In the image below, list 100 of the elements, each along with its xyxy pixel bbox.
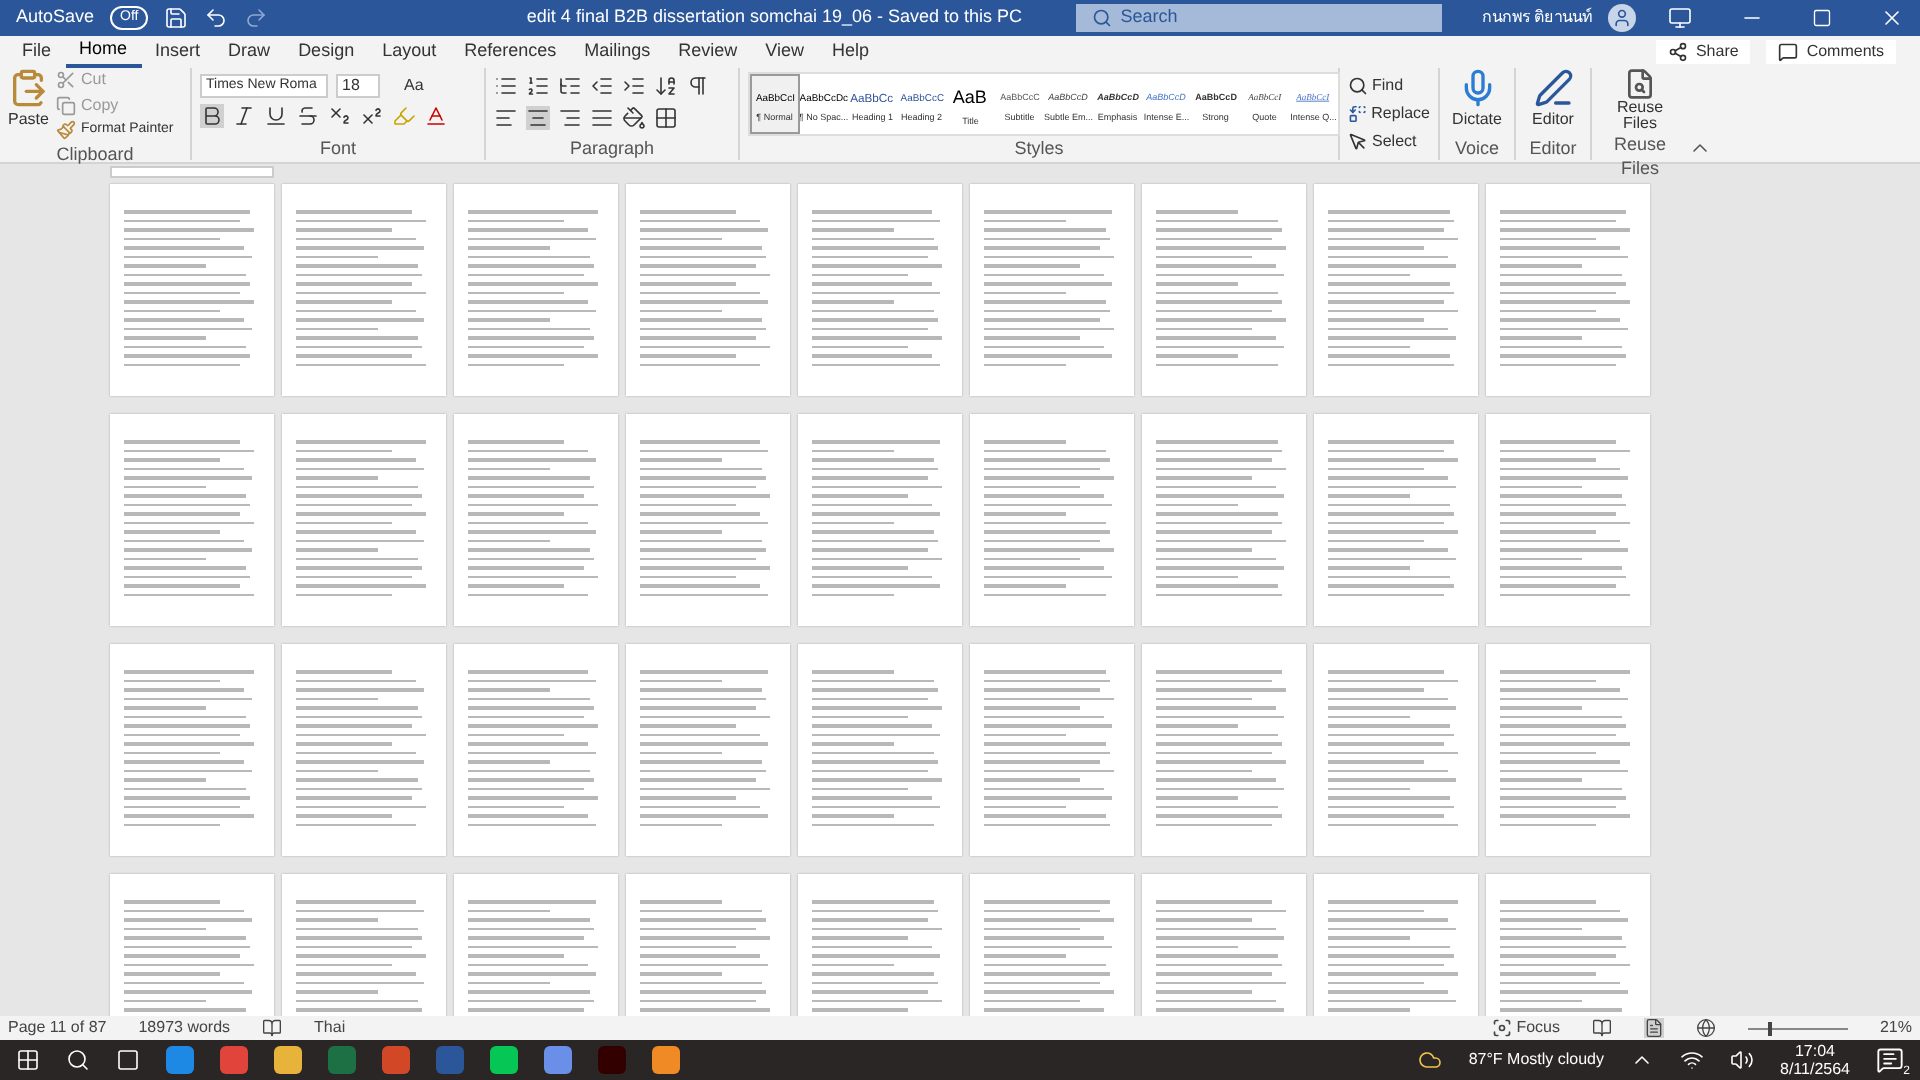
menu-tab[interactable]: Review [664, 36, 752, 68]
share-button[interactable]: Share [1655, 40, 1751, 64]
page-thumbnail[interactable] [1486, 184, 1650, 396]
taskbar-app-icon[interactable] [490, 1046, 518, 1074]
numbering-icon[interactable] [526, 74, 550, 98]
weather-icon[interactable] [1418, 1048, 1443, 1072]
align-right-icon[interactable] [558, 106, 582, 130]
page-thumbnail[interactable] [970, 184, 1134, 396]
menu-tab[interactable]: Insert [141, 36, 215, 68]
notification-icon[interactable] [1876, 1046, 1904, 1074]
language[interactable]: Thai [314, 1016, 346, 1040]
task-view-icon[interactable] [116, 1048, 140, 1072]
increase-indent-icon[interactable] [622, 74, 646, 98]
page-thumbnail[interactable] [110, 184, 274, 396]
page-count[interactable]: Page 11 of 87 [8, 1016, 107, 1040]
proofing-icon[interactable] [262, 1018, 283, 1038]
superscript-icon[interactable] [360, 104, 384, 128]
paste-button[interactable]: Paste [8, 68, 49, 132]
print-layout-icon[interactable] [1643, 1018, 1664, 1038]
maximize-icon[interactable] [1812, 8, 1832, 28]
display-options-icon[interactable] [1668, 6, 1692, 30]
focus-button[interactable]: Focus [1492, 1016, 1560, 1040]
page-thumbnail[interactable] [798, 184, 962, 396]
comments-button[interactable]: Comments [1766, 40, 1896, 64]
font-color-icon[interactable] [424, 104, 448, 128]
page-thumbnail[interactable] [1314, 184, 1478, 396]
find-button[interactable]: Find [1348, 74, 1430, 98]
page-thumbnail[interactable] [282, 644, 446, 856]
align-center-icon[interactable] [526, 106, 550, 130]
italic-icon[interactable] [232, 104, 256, 128]
font-size-field[interactable]: 18 [336, 74, 380, 98]
underline-icon[interactable] [264, 104, 288, 128]
taskbar-app-icon[interactable] [220, 1046, 248, 1074]
read-mode-icon[interactable] [1591, 1018, 1612, 1038]
redo-icon[interactable] [244, 6, 269, 30]
page-thumbnail[interactable] [282, 414, 446, 626]
select-button[interactable]: Select [1348, 130, 1430, 154]
page-thumbnail[interactable] [1142, 414, 1306, 626]
pilcrow-icon[interactable] [686, 74, 710, 98]
dictate-button[interactable]: Dictate [1448, 68, 1506, 132]
page-thumbnail[interactable] [970, 644, 1134, 856]
page-thumbnail[interactable] [282, 184, 446, 396]
menu-tab[interactable]: View [751, 36, 819, 68]
page-thumbnail[interactable] [626, 184, 790, 396]
menu-tab[interactable]: Draw [214, 36, 285, 68]
page-thumbnail[interactable] [110, 414, 274, 626]
search-field[interactable]: Search [1076, 4, 1443, 32]
taskbar-app-icon[interactable] [652, 1046, 680, 1074]
menu-tab[interactable]: Design [284, 36, 369, 68]
search-icon[interactable] [66, 1048, 90, 1072]
user-avatar[interactable] [1608, 4, 1636, 32]
page-thumbnail[interactable] [110, 644, 274, 856]
menu-tab[interactable]: File [8, 36, 66, 68]
weather-text[interactable]: 87°F Mostly cloudy [1468, 1048, 1604, 1072]
menu-tab[interactable]: Mailings [570, 36, 665, 68]
volume-icon[interactable] [1730, 1048, 1754, 1072]
shading-icon[interactable] [622, 106, 646, 130]
taskbar-app-icon[interactable] [274, 1046, 302, 1074]
page-thumbnail[interactable] [454, 644, 618, 856]
web-layout-icon[interactable] [1695, 1018, 1716, 1038]
page-thumbnail[interactable] [1142, 184, 1306, 396]
clock-date[interactable]: 8/11/2564 [1780, 1060, 1850, 1078]
editor-button[interactable]: Editor [1524, 68, 1582, 132]
taskbar-app-icon[interactable] [382, 1046, 410, 1074]
page-thumbnail[interactable] [1486, 644, 1650, 856]
bold-icon[interactable] [200, 104, 224, 128]
start-icon[interactable] [16, 1048, 40, 1072]
word-count[interactable]: 18973 words [138, 1016, 231, 1040]
replace-button[interactable]: Replace [1348, 102, 1430, 126]
decrease-indent-icon[interactable] [590, 74, 614, 98]
page-thumbnail[interactable] [454, 414, 618, 626]
align-left-icon[interactable] [494, 106, 518, 130]
sort-icon[interactable] [654, 74, 678, 98]
page-thumbnail[interactable] [626, 644, 790, 856]
case-button[interactable]: Aa [404, 74, 424, 98]
zoom-thumb[interactable] [1767, 1021, 1772, 1035]
clock-time[interactable]: 17:04 [1794, 1042, 1836, 1060]
save-icon[interactable] [164, 6, 189, 30]
page-thumbnail[interactable] [1314, 644, 1478, 856]
taskbar-app-icon[interactable] [544, 1046, 572, 1074]
taskbar-app-icon[interactable] [166, 1046, 194, 1074]
page-thumbnail[interactable] [1486, 414, 1650, 626]
page-thumbnail[interactable] [798, 644, 962, 856]
borders-icon[interactable] [654, 106, 678, 130]
page-thumbnail[interactable] [1142, 644, 1306, 856]
page-thumbnail[interactable] [626, 414, 790, 626]
menu-tab[interactable]: Layout [368, 36, 451, 68]
justify-icon[interactable] [590, 106, 614, 130]
reuse-files-button[interactable]: Reuse Files [1600, 68, 1680, 132]
close-icon[interactable] [1880, 6, 1904, 30]
page-thumbnail[interactable] [970, 414, 1134, 626]
page-thumbnail[interactable] [1314, 414, 1478, 626]
strikethrough-icon[interactable] [296, 104, 320, 128]
undo-icon[interactable] [204, 6, 229, 30]
subscript-icon[interactable] [328, 104, 352, 128]
menu-tab[interactable]: Help [818, 36, 884, 68]
page-thumbnail[interactable] [798, 414, 962, 626]
menu-tab[interactable]: References [450, 36, 571, 68]
zoom-level[interactable]: 21% [1879, 1016, 1912, 1040]
multilevel-list-icon[interactable] [558, 74, 582, 98]
